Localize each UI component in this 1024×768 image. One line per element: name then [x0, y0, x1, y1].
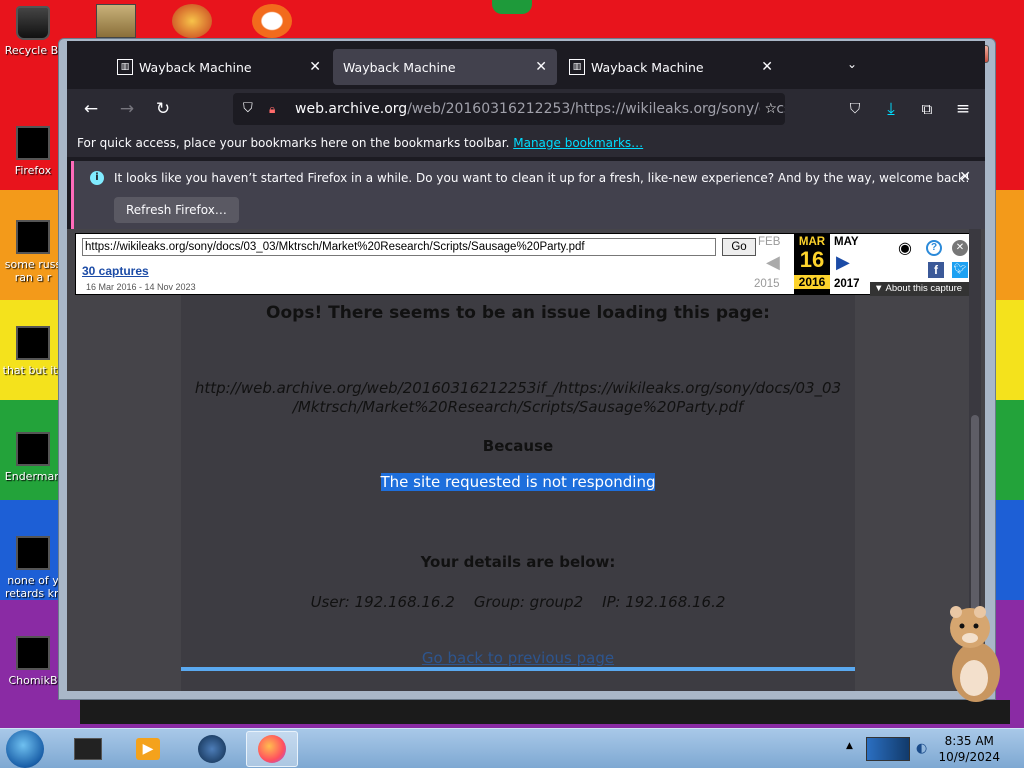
system-clock[interactable]: 8:35 AM 10/9/2024 — [938, 733, 1000, 765]
file-icon — [16, 220, 50, 254]
close-notice-icon[interactable]: ✕ — [959, 169, 971, 185]
desktop-top-icon[interactable] — [96, 4, 136, 38]
facebook-icon[interactable]: f — [928, 262, 944, 278]
panel-bottom-edge — [181, 667, 855, 671]
tab-2[interactable]: Wayback Machine ✕ — [333, 49, 557, 85]
navigation-bar: ← → ↻ ⛉ 🔒︎ web.archive.org/web/201603162… — [67, 89, 985, 129]
top-decoration — [492, 0, 532, 14]
because-label: Because — [482, 437, 554, 455]
file-icon — [16, 536, 50, 570]
refresh-firefox-button[interactable]: Refresh Firefox… — [114, 197, 239, 223]
taskbar-media-player-icon[interactable]: ▶ — [122, 731, 174, 767]
download-icon[interactable]: ⤓ — [879, 97, 903, 121]
account-icon[interactable]: ◉ — [898, 238, 912, 258]
back-icon[interactable]: ← — [79, 97, 103, 121]
menu-icon[interactable]: ≡ — [951, 97, 975, 121]
taskbar-globe-icon[interactable] — [186, 731, 238, 767]
help-icon[interactable]: ? — [926, 240, 942, 256]
next-capture-icon[interactable]: ▶ — [836, 252, 850, 273]
desktop-top-icon[interactable] — [172, 4, 212, 38]
desktop-icon-some-russ[interactable]: some russ ran a r — [2, 220, 64, 284]
tray-show-hidden-icon[interactable]: ▲ — [846, 741, 853, 751]
url-bar[interactable]: ⛉ 🔒︎ web.archive.org/web/20160316212253/… — [233, 93, 785, 125]
file-icon — [16, 432, 50, 466]
scrollbar-thumb[interactable] — [971, 415, 979, 625]
tray-app-icon[interactable]: ◐ — [916, 741, 927, 756]
wayback-go-button[interactable]: Go — [722, 238, 756, 256]
desktop-icon-that-but-its[interactable]: that but its — [2, 326, 64, 377]
extensions-icon[interactable]: ⧉ — [915, 97, 939, 121]
prev-year-link[interactable]: 2015 — [754, 278, 780, 290]
captures-range: 16 Mar 2016 - 14 Nov 2023 — [86, 282, 196, 292]
prev-capture-icon[interactable]: ◀ — [766, 252, 780, 273]
info-icon: i — [90, 171, 104, 185]
file-icon — [16, 636, 50, 670]
firefox-icon — [16, 126, 50, 160]
error-reason: The site requested is not responding — [380, 473, 656, 491]
start-button[interactable] — [6, 730, 44, 768]
tab-1[interactable]: ▥ Wayback Machine ✕ — [107, 49, 331, 85]
taskbar-firefox-icon[interactable] — [246, 731, 298, 767]
tab-bar: ▥ Wayback Machine ✕ Wayback Machine ✕ ▥ … — [67, 41, 985, 87]
desktop-top-icon[interactable] — [252, 4, 292, 38]
next-year-link[interactable]: 2017 — [834, 278, 860, 290]
reload-icon[interactable]: ↻ — [151, 97, 175, 121]
user-details: User: 192.168.16.2 Group: group2 IP: 192… — [310, 593, 726, 611]
details-heading: Your details are below: — [420, 553, 616, 571]
current-capture-date: MAR 16 2016 — [794, 234, 830, 296]
wayback-icon: ▥ — [117, 59, 133, 75]
bookmark-star-icon[interactable]: ☆ — [760, 93, 777, 125]
refresh-notice: i It looks like you haven’t started Fire… — [71, 161, 985, 229]
close-tab-icon[interactable]: ✕ — [761, 59, 773, 75]
error-url-line-2: /Mktrsch/Market%20Research/Scripts/Sausa… — [292, 398, 744, 416]
shield-icon: ⛉ — [243, 101, 253, 116]
desktop-icon-firefox[interactable]: Firefox — [2, 126, 64, 177]
next-month-link[interactable]: MAY — [834, 236, 859, 248]
desktop-icon-recycle-bin[interactable]: Recycle Bi — [2, 6, 64, 57]
desktop-icon-none-of-y[interactable]: none of y retards kn — [2, 536, 64, 600]
desktop-icon-chomikb[interactable]: ChomikB — [2, 636, 64, 687]
wayback-icon: ▥ — [569, 59, 585, 75]
list-tabs-icon[interactable]: ⌄ — [847, 57, 857, 71]
taskbar: ▶ ▲ ◐ 8:35 AM 10/9/2024 — [0, 728, 1024, 768]
tab-3[interactable]: ▥ Wayback Machine ✕ — [559, 49, 783, 85]
prev-month-link[interactable]: FEB — [758, 236, 780, 248]
browser-window: — □ ✕ ▥ Wayback Machine ✕ Wayback Machin… — [58, 38, 996, 700]
back-link[interactable]: Go back to previous page — [181, 649, 855, 667]
recycle-bin-icon — [16, 6, 50, 40]
taskbar-explorer-icon[interactable] — [62, 731, 114, 767]
error-panel: Oops! There seems to be an issue loading… — [181, 295, 855, 691]
page-content: https://wikileaks.org/sony/docs/03_03/Mk… — [67, 229, 985, 691]
close-toolbar-icon[interactable]: ✕ — [952, 240, 968, 256]
twitter-icon[interactable]: 🐦︎ — [952, 262, 968, 278]
wayback-url-input[interactable]: https://wikileaks.org/sony/docs/03_03/Mk… — [82, 238, 716, 256]
bookmarks-toolbar: For quick access, place your bookmarks h… — [67, 129, 985, 157]
clock-time: 8:35 AM — [944, 734, 994, 748]
firefox-frame: ▥ Wayback Machine ✕ Wayback Machine ✕ ▥ … — [67, 41, 985, 691]
wayback-toolbar: https://wikileaks.org/sony/docs/03_03/Mk… — [75, 233, 977, 296]
background-window-edge — [80, 700, 1010, 724]
pocket-icon[interactable]: ⛉ — [843, 97, 867, 121]
manage-bookmarks-link[interactable]: Manage bookmarks… — [513, 136, 643, 150]
about-capture-button[interactable]: ▼ About this capture — [870, 282, 976, 296]
file-icon — [16, 326, 50, 360]
forward-icon[interactable]: → — [115, 97, 139, 121]
error-title: Oops! There seems to be an issue loading… — [266, 303, 770, 323]
captures-link[interactable]: 30 captures — [82, 264, 149, 278]
tray-network-icon[interactable] — [866, 737, 910, 761]
lock-icon: 🔒︎ — [269, 102, 276, 116]
close-tab-icon[interactable]: ✕ — [309, 59, 321, 75]
desktop-icon-enderman[interactable]: Enderman — [2, 432, 64, 483]
close-tab-icon[interactable]: ✕ — [535, 59, 547, 75]
clock-date: 10/9/2024 — [938, 750, 1000, 764]
hamster-desktop-pet — [940, 598, 1006, 708]
error-url-line-1: http://web.archive.org/web/2016031621225… — [194, 379, 842, 397]
